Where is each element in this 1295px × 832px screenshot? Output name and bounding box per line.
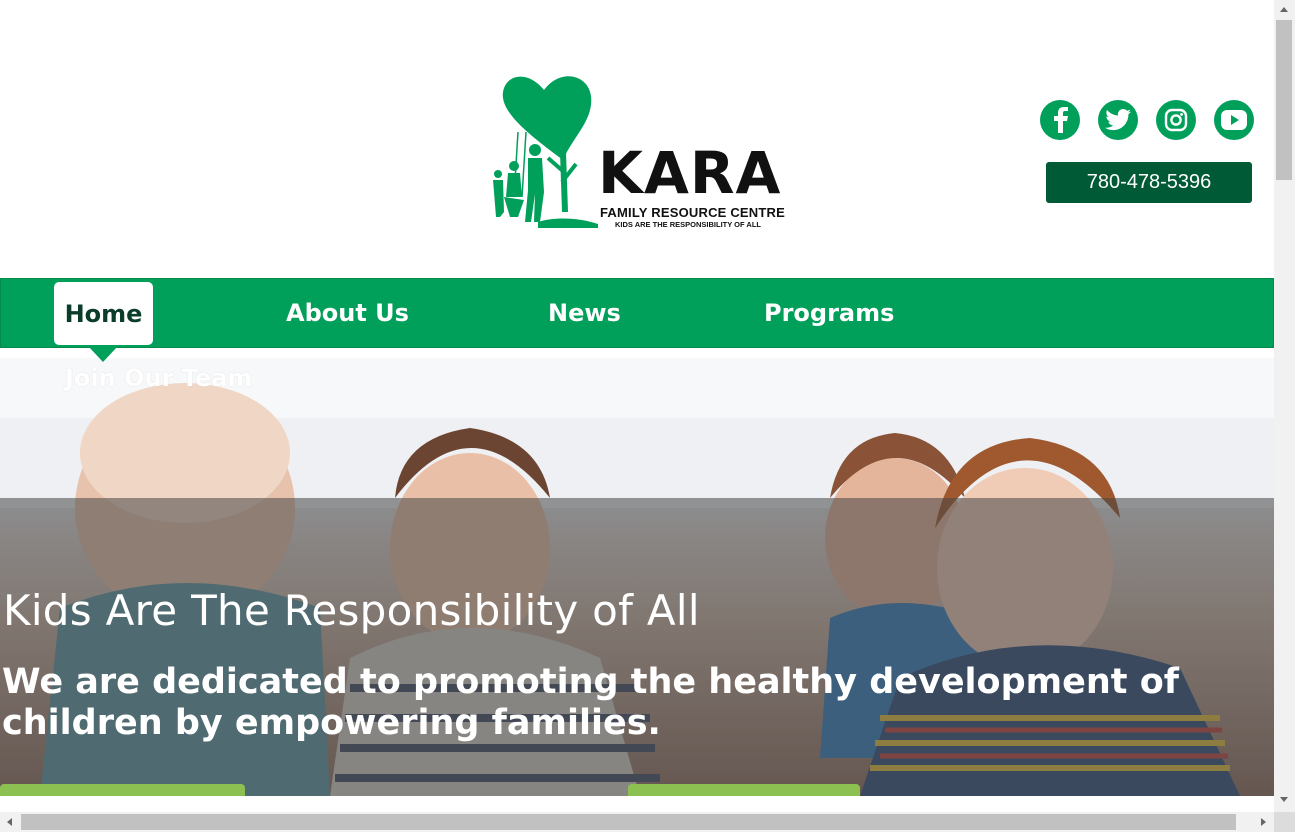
horizontal-scrollbar[interactable] xyxy=(0,812,1274,832)
instagram-icon[interactable] xyxy=(1156,100,1196,140)
tree-heart-logo-icon xyxy=(493,76,598,228)
main-nav: Home About Us News Programs xyxy=(0,278,1274,348)
logo-name: KARA xyxy=(598,139,782,207)
hero-cta-button-2[interactable] xyxy=(628,784,860,796)
nav-item-home[interactable]: Home xyxy=(54,282,153,345)
scroll-left-icon[interactable] xyxy=(7,818,12,826)
vertical-scrollbar[interactable] xyxy=(1274,0,1295,812)
facebook-icon[interactable] xyxy=(1040,100,1080,140)
nav-item-programs[interactable]: Programs xyxy=(764,279,894,347)
scrollbar-corner xyxy=(1274,812,1295,832)
horizontal-scroll-thumb[interactable] xyxy=(21,814,1236,830)
hero-banner: Kids Are The Responsibility of All We ar… xyxy=(0,358,1274,796)
hero-overlay xyxy=(0,498,1274,796)
hero-title: Kids Are The Responsibility of All xyxy=(3,586,700,635)
active-nav-caret xyxy=(88,346,118,362)
nav-item-join-our-team[interactable]: Join Our Team xyxy=(65,364,252,392)
logo-subtitle: FAMILY RESOURCE CENTRE xyxy=(600,205,785,220)
phone-button[interactable]: 780-478-5396 xyxy=(1046,162,1252,203)
twitter-icon[interactable] xyxy=(1098,100,1138,140)
nav-item-about[interactable]: About Us xyxy=(286,279,409,347)
nav-item-news[interactable]: News xyxy=(548,279,621,347)
scroll-up-icon[interactable] xyxy=(1280,7,1288,12)
scroll-right-icon[interactable] xyxy=(1261,818,1266,826)
hero-cta-button-1[interactable] xyxy=(0,784,245,796)
site-logo[interactable]: KARA FAMILY RESOURCE CENTRE KIDS ARE THE… xyxy=(488,72,788,234)
scroll-down-icon[interactable] xyxy=(1280,797,1288,802)
youtube-icon[interactable] xyxy=(1214,100,1254,140)
hero-subtitle: We are dedicated to promoting the health… xyxy=(2,662,1179,743)
vertical-scroll-thumb[interactable] xyxy=(1276,20,1292,180)
social-links xyxy=(1040,100,1254,140)
logo-tagline: KIDS ARE THE RESPONSIBILITY OF ALL xyxy=(615,220,761,229)
